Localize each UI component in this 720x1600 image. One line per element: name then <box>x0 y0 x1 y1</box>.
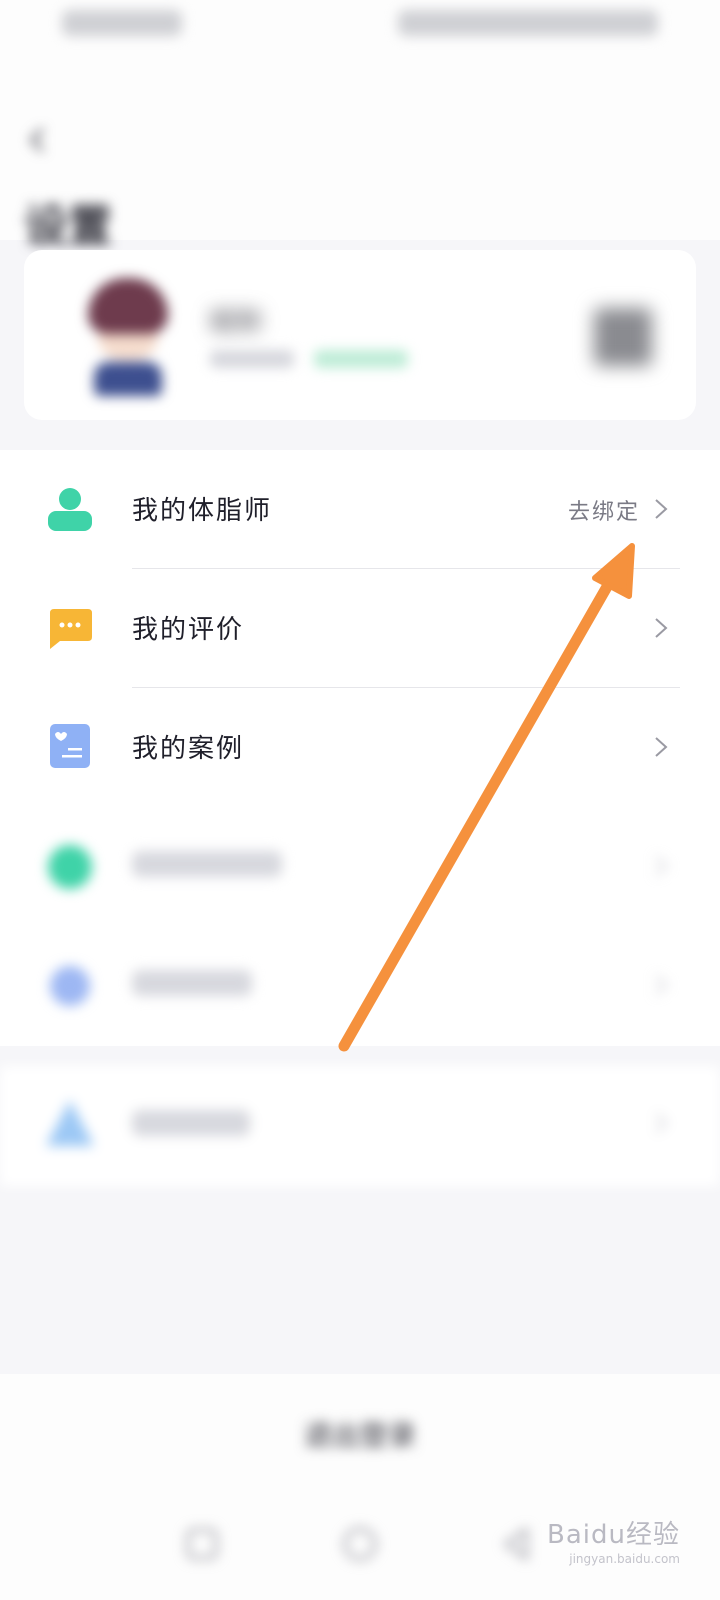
settings-item-label: 我的体脂师 <box>132 496 273 526</box>
settings-item-label: 我的评价 <box>132 615 245 645</box>
settings-item-label <box>132 970 252 996</box>
settings-item-help[interactable] <box>0 807 720 927</box>
watermark-logo: Baidu经验 <box>547 1520 680 1550</box>
logout-section: 退出登录 <box>0 1374 720 1492</box>
chevron-right-icon <box>655 975 668 995</box>
chevron-right-icon <box>655 737 668 757</box>
header: 设置 <box>0 50 720 252</box>
status-bar <box>0 0 720 50</box>
chevron-right-icon <box>655 856 668 876</box>
chevron-right-icon <box>655 1113 668 1133</box>
back-triangle-icon[interactable] <box>494 1522 538 1566</box>
settings-item-label <box>132 1110 250 1136</box>
settings-icon <box>50 966 90 1006</box>
settings-item-reviews[interactable]: 我的评价 <box>0 569 720 689</box>
avatar <box>86 278 170 396</box>
settings-item-general[interactable] <box>0 926 720 1046</box>
chevron-right-icon <box>655 499 668 519</box>
chat-bubble-icon <box>50 609 92 649</box>
home-icon[interactable] <box>338 1522 382 1566</box>
help-icon <box>48 845 92 889</box>
qr-code-icon[interactable] <box>594 308 652 366</box>
watermark-url: jingyan.baidu.com <box>569 1552 680 1566</box>
profile-id <box>210 350 294 368</box>
logout-button[interactable]: 退出登录 <box>0 1414 720 1454</box>
settings-item-coach[interactable]: 我的体脂师 去绑定 <box>0 450 720 570</box>
profile-name: 昵称 <box>210 308 263 338</box>
bind-link[interactable]: 去绑定 <box>568 494 640 526</box>
back-arrow-icon[interactable] <box>24 126 52 154</box>
person-icon <box>48 488 92 531</box>
case-card-icon <box>50 724 90 768</box>
status-icons <box>398 10 658 36</box>
settings-item-label: 我的案例 <box>132 734 245 764</box>
settings-item-label <box>132 851 282 877</box>
status-time <box>62 10 182 36</box>
recent-apps-icon[interactable] <box>180 1522 224 1566</box>
chevron-right-icon <box>655 618 668 638</box>
profile-card[interactable]: 昵称 <box>24 250 696 420</box>
settings-list: 我的体脂师 去绑定 我的评价 我的案例 <box>0 450 720 1046</box>
account-icon <box>46 1100 94 1146</box>
profile-badge <box>314 350 408 368</box>
settings-item-cases[interactable]: 我的案例 <box>0 688 720 808</box>
page-title: 设置 <box>24 201 112 252</box>
settings-item-account[interactable] <box>0 1066 720 1186</box>
